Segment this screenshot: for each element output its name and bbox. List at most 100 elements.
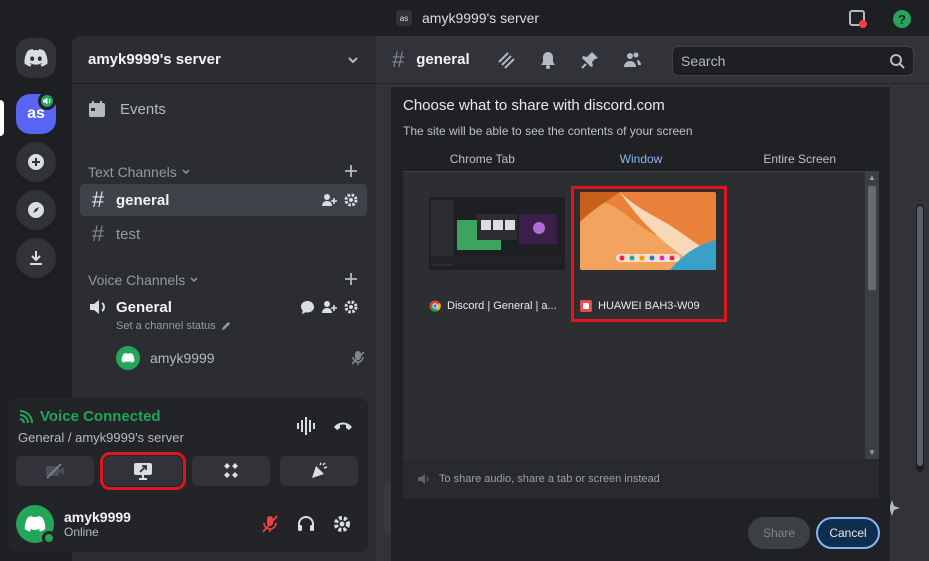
window-title-text: Discord | General | a... (447, 300, 557, 312)
screen-share-picker-dialog: Choose what to share with discord.com Th… (391, 87, 890, 561)
tab-window[interactable]: Window (561, 149, 721, 173)
events-item[interactable]: Events (88, 100, 166, 118)
window-list-scrollbar[interactable]: ▲ ▼ (865, 172, 879, 459)
scroll-down-arrow-icon[interactable]: ▼ (868, 448, 876, 457)
discord-logo-icon (121, 353, 135, 363)
share-screen-button[interactable] (100, 452, 186, 490)
user-status: Online (64, 525, 99, 539)
events-label: Events (120, 100, 166, 118)
channel-item-general[interactable]: # general (80, 184, 367, 216)
audio-note-bar: To share audio, share a tab or screen in… (403, 459, 879, 498)
server-header[interactable]: amyk9999's server (72, 36, 376, 84)
voice-member-name: amyk9999 (150, 350, 215, 366)
tab-entire-screen[interactable]: Entire Screen (720, 149, 879, 173)
channel-name: test (116, 225, 141, 243)
soundboard-button[interactable] (280, 456, 358, 486)
user-settings-gear-icon[interactable] (332, 514, 352, 534)
cancel-button[interactable]: Cancel (816, 517, 880, 549)
voice-category-label: Voice Channels (88, 272, 186, 288)
disconnect-icon[interactable] (332, 418, 354, 432)
headphones-icon[interactable] (296, 514, 316, 534)
pinned-messages-icon[interactable] (578, 48, 602, 72)
activities-button[interactable] (192, 456, 270, 486)
audio-note-text: To share audio, share a tab or screen in… (439, 472, 660, 485)
chevron-down-icon (348, 56, 358, 63)
noise-suppression-icon[interactable] (296, 416, 318, 436)
pencil-icon (221, 321, 230, 330)
voice-channels-category[interactable]: Voice Channels (88, 272, 199, 288)
message-scrollbar-thumb[interactable] (917, 206, 923, 466)
voice-status-label: Voice Connected (40, 408, 161, 425)
voice-active-badge-icon (38, 92, 56, 110)
channel-name: general (116, 191, 170, 209)
voice-channel-name: General (116, 298, 172, 316)
notification-bell-icon[interactable] (536, 48, 560, 72)
add-server-button[interactable] (16, 142, 56, 182)
threads-icon[interactable] (494, 48, 518, 72)
help-icon[interactable]: ? (892, 9, 912, 29)
compass-icon (28, 202, 44, 218)
signal-icon (19, 409, 33, 423)
window-thumbnail-discord[interactable] (429, 192, 565, 270)
voice-connection-panel: Voice Connected General / amyk9999's ser… (8, 398, 368, 552)
channel-header: # general Search (376, 36, 929, 84)
create-voice-channel-icon[interactable] (344, 272, 358, 286)
inbox-icon[interactable] (848, 9, 868, 29)
selected-server-indicator (0, 100, 4, 136)
chat-bubble-icon (300, 300, 315, 314)
window-list-panel: Discord | General | a... HUAWEI BAH3-W09… (403, 171, 879, 498)
calendar-icon (89, 101, 105, 117)
channel-status-button[interactable]: Set a channel status (80, 320, 367, 332)
mic-muted-icon[interactable] (260, 514, 280, 534)
voice-location[interactable]: General / amyk9999's server (18, 430, 184, 445)
share-source-tabs: Chrome Tab Window Entire Screen (403, 149, 879, 173)
invite-icon (322, 301, 337, 313)
member-list-icon[interactable] (620, 48, 644, 72)
title-bar: as amyk9999's server ? (0, 0, 929, 36)
channel-title: general (416, 51, 470, 68)
hash-icon: # (392, 46, 405, 72)
soundboard-icon (312, 462, 328, 478)
download-apps-button[interactable] (16, 238, 56, 278)
gear-icon (344, 300, 358, 314)
dialog-subtitle: The site will be able to see the content… (403, 124, 693, 138)
screen-share-icon (134, 463, 152, 480)
user-panel: amyk9999 Online (16, 502, 360, 546)
camera-off-button[interactable] (16, 456, 94, 486)
scroll-up-arrow-icon[interactable]: ▲ (868, 173, 876, 182)
username: amyk9999 (64, 509, 131, 525)
chevron-down-icon (190, 277, 198, 283)
avatar[interactable] (16, 505, 56, 545)
window-list-scroll-thumb[interactable] (868, 186, 876, 290)
window-title: amyk9999's server (422, 10, 540, 26)
share-button[interactable]: Share (748, 517, 810, 549)
svg-text:?: ? (898, 12, 906, 27)
create-text-channel-icon[interactable] (344, 164, 358, 178)
search-placeholder: Search (681, 53, 726, 69)
mic-muted-icon (351, 351, 365, 365)
voice-member[interactable]: amyk9999 (116, 346, 366, 370)
activities-icon (224, 463, 238, 478)
search-input[interactable]: Search (672, 46, 914, 76)
invite-icon (322, 194, 337, 206)
voice-status[interactable]: Voice Connected (18, 408, 161, 425)
discord-logo-icon (24, 516, 46, 532)
channel-status-label: Set a channel status (116, 320, 216, 332)
discord-home-button[interactable] (16, 38, 56, 78)
text-channels-category[interactable]: Text Channels (88, 164, 191, 180)
dialog-title: Choose what to share with discord.com (403, 97, 665, 114)
server-chip: as (396, 10, 412, 26)
camera-off-icon (46, 463, 64, 479)
chevron-down-icon (182, 169, 190, 175)
speaker-muted-icon (418, 473, 429, 484)
speaker-icon (90, 300, 105, 314)
channel-item-test[interactable]: # test (80, 218, 367, 250)
download-icon (30, 251, 42, 265)
text-category-label: Text Channels (88, 164, 177, 180)
window-label-discord[interactable]: Discord | General | a... (429, 300, 563, 312)
explore-button[interactable] (16, 190, 56, 230)
plus-icon (28, 154, 44, 170)
tab-chrome-tab[interactable]: Chrome Tab (403, 149, 562, 173)
hash-icon: # (91, 221, 105, 246)
voice-channel-general[interactable]: General Set a channel status (80, 294, 367, 332)
